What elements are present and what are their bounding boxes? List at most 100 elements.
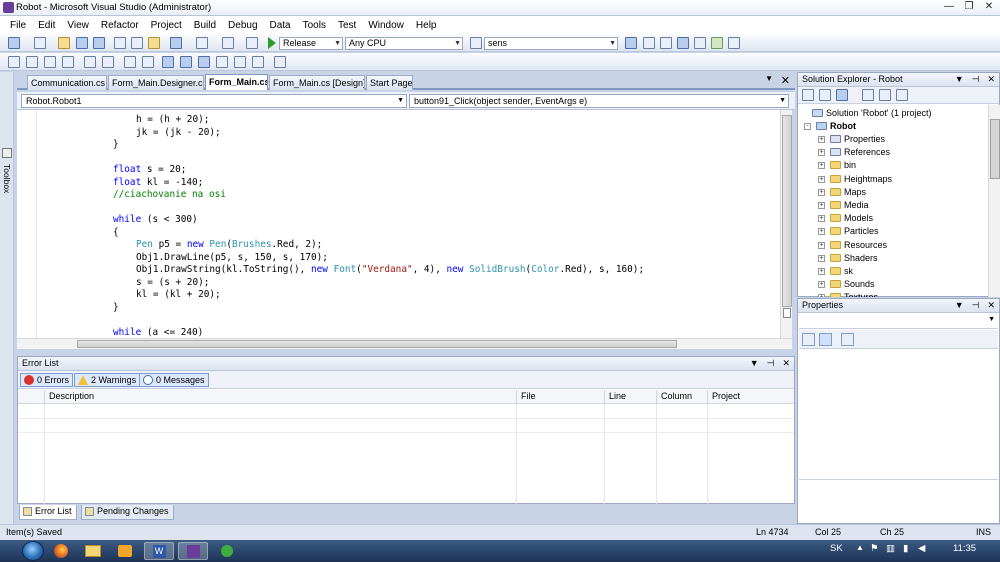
object-browser-icon[interactable] [677, 37, 689, 49]
categorized-icon[interactable] [802, 333, 815, 346]
toolbox-label[interactable]: Toolbox [2, 164, 12, 204]
tab-form-main-designer-cs[interactable]: Form_Main.Designer.cs [108, 75, 204, 90]
property-pages-icon[interactable] [841, 333, 854, 346]
menu-tools[interactable]: Tools [297, 20, 332, 31]
expand-icon[interactable]: + [818, 149, 825, 157]
editor-horizontal-scrollbar[interactable] [17, 338, 792, 349]
close-icon[interactable]: ✕ [987, 299, 995, 312]
signal-icon[interactable]: ▮ [903, 543, 908, 554]
refresh-icon[interactable] [836, 89, 848, 101]
class-diagram-icon[interactable] [896, 89, 908, 101]
expand-icon[interactable]: + [818, 136, 825, 143]
code-line[interactable]: //ciachovanie na osi [113, 189, 226, 202]
column-column[interactable]: Column [656, 390, 707, 404]
clear-bookmarks-icon[interactable] [252, 56, 264, 68]
comment-icon[interactable] [124, 56, 136, 68]
menu-build[interactable]: Build [188, 20, 222, 31]
dropdown-icon[interactable]: ▼ [955, 299, 964, 312]
indent-icon[interactable] [102, 56, 114, 68]
code-line[interactable]: jk = (jk - 20); [136, 127, 221, 140]
toolbox-icon[interactable] [694, 37, 706, 49]
parameter-info-icon[interactable] [26, 56, 38, 68]
expand-icon[interactable]: + [818, 254, 825, 262]
find-in-files-icon[interactable] [470, 37, 482, 49]
properties-window-icon[interactable] [660, 37, 672, 49]
tools-icon[interactable] [711, 37, 723, 49]
start-debugging-icon[interactable] [268, 37, 276, 49]
code-line[interactable]: Obj1.DrawString(kl.ToString(), new Font(… [136, 264, 644, 277]
code-line[interactable]: { [113, 227, 119, 240]
tab-error-list[interactable]: Error List [19, 505, 77, 520]
solution-configuration-select[interactable]: Release ▼ [279, 37, 343, 50]
column-icon[interactable] [18, 390, 44, 404]
open-folder-icon[interactable] [58, 37, 70, 49]
new-project-icon[interactable] [8, 37, 20, 49]
tab-form-main-cs[interactable]: Form_Main.cs [205, 74, 268, 90]
menu-window[interactable]: Window [362, 20, 410, 31]
minimize-icon[interactable]: — [942, 1, 956, 13]
zoom-icon[interactable] [274, 56, 286, 68]
scroll-thumb[interactable] [990, 119, 1000, 179]
cut-icon[interactable] [114, 37, 126, 49]
close-icon[interactable]: ✕ [782, 357, 790, 370]
expand-icon[interactable]: + [818, 162, 825, 170]
code-line[interactable]: float s = 20; [113, 164, 186, 177]
command-window-icon[interactable] [728, 37, 740, 49]
tab-pending-changes[interactable]: Pending Changes [81, 505, 174, 520]
code-line[interactable]: while (s < 300) [113, 214, 198, 227]
code-line[interactable]: } [113, 302, 119, 315]
horizontal-scroll-thumb[interactable] [77, 340, 677, 348]
previous-bookmark-folder-icon[interactable] [216, 56, 228, 68]
previous-bookmark-icon[interactable] [180, 56, 192, 68]
expand-icon[interactable]: + [818, 268, 825, 275]
expand-icon[interactable]: + [818, 228, 825, 236]
green-app-icon[interactable] [212, 542, 242, 560]
next-bookmark-icon[interactable] [198, 56, 210, 68]
solution-explorer-icon[interactable] [643, 37, 655, 49]
editor-vertical-scrollbar[interactable] [780, 110, 792, 338]
properties-icon[interactable] [802, 89, 814, 101]
redo-icon[interactable] [196, 37, 208, 49]
code-line[interactable]: Obj1.DrawLine(p5, s, 150, s, 170); [136, 252, 328, 265]
code-line[interactable]: kl = (kl + 20); [136, 289, 221, 302]
tab-start-page[interactable]: Start Page [366, 75, 413, 90]
language-indicator[interactable]: SK [830, 543, 843, 554]
navigate-backward-icon[interactable] [222, 37, 234, 49]
member-select[interactable]: button91_Click(object sender, EventArgs … [409, 94, 789, 108]
view-designer-icon[interactable] [879, 89, 891, 101]
restore-icon[interactable]: ❐ [962, 1, 976, 13]
find-icon[interactable] [625, 37, 637, 49]
uncomment-icon[interactable] [142, 56, 154, 68]
column-line[interactable]: Line [604, 390, 656, 404]
toolbox-icon[interactable] [2, 148, 12, 158]
messages-filter-button[interactable]: 0 Messages [139, 373, 209, 387]
word-icon[interactable]: W [144, 542, 174, 560]
word-completion-icon[interactable] [62, 56, 74, 68]
firefox-icon[interactable] [46, 542, 76, 560]
quick-info-icon[interactable] [44, 56, 56, 68]
clock[interactable]: 11:35 [953, 543, 976, 554]
menu-file[interactable]: File [4, 20, 32, 31]
object-members-icon[interactable] [8, 56, 20, 68]
close-icon[interactable]: ✕ [982, 1, 996, 13]
bookmark-icon[interactable] [162, 56, 174, 68]
column-project[interactable]: Project [707, 390, 795, 404]
column-description[interactable]: Description [44, 390, 516, 404]
code-line[interactable]: Pen p5 = new Pen(Brushes.Red, 2); [136, 239, 322, 252]
collapse-icon[interactable]: - [804, 123, 811, 130]
explorer-icon[interactable] [78, 542, 108, 560]
expand-icon[interactable]: + [818, 215, 825, 223]
menu-view[interactable]: View [61, 20, 95, 31]
alphabetical-icon[interactable] [819, 333, 832, 346]
class-select[interactable]: Robot.Robot1 ▼ [21, 94, 407, 108]
pin-icon[interactable]: ⊣ [767, 357, 775, 370]
view-code-icon[interactable] [862, 89, 874, 101]
dropdown-icon[interactable]: ▼ [955, 73, 964, 86]
code-line[interactable]: h = (h + 20); [136, 114, 209, 127]
pin-icon[interactable]: ⊣ [972, 73, 980, 86]
object-select[interactable]: ▼ [799, 314, 998, 329]
dropdown-icon[interactable]: ▼ [750, 357, 759, 370]
close-icon[interactable]: ✕ [987, 73, 995, 86]
tab-form-main-design[interactable]: Form_Main.cs [Design] [269, 75, 365, 90]
toolbox-strip[interactable]: Toolbox [0, 72, 14, 524]
